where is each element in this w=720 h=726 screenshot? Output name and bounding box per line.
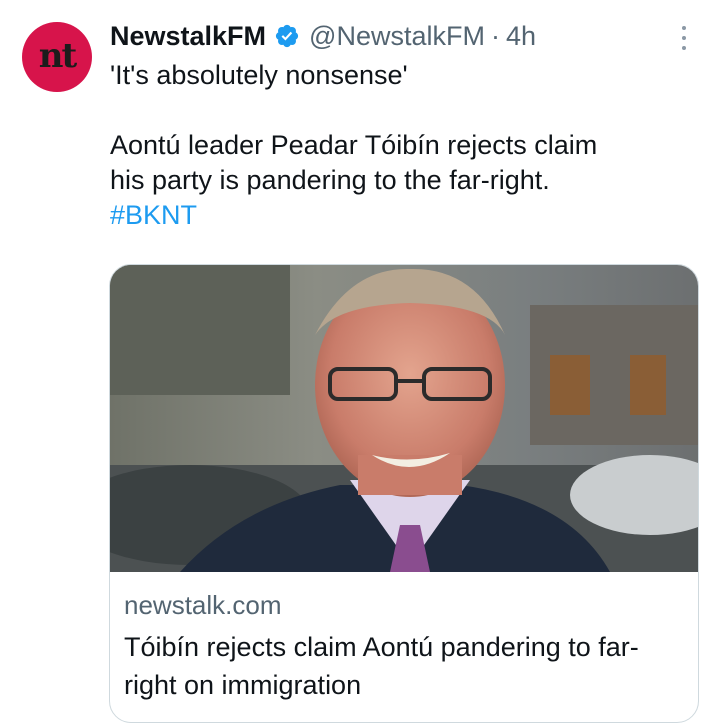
tweet-text: 'It's absolutely nonsense' Aontú leader … (110, 58, 700, 233)
display-name[interactable]: NewstalkFM (110, 21, 266, 52)
more-options-icon[interactable] (672, 26, 696, 50)
avatar[interactable]: nt (22, 22, 92, 92)
tweet-header: NewstalkFM @NewstalkFM · 4h (110, 16, 536, 56)
tweet-line-2: Aontú leader Peadar Tóibín rejects claim (110, 130, 598, 160)
article-photo[interactable] (110, 265, 699, 572)
card-meta: newstalk.com Tóibín rejects claim Aontú … (124, 588, 684, 704)
timestamp[interactable]: 4h (506, 21, 536, 52)
hashtag-link[interactable]: #BKNT (110, 200, 197, 230)
card-title[interactable]: Tóibín rejects claim Aontú pandering to … (124, 628, 684, 704)
handle[interactable]: @NewstalkFM (309, 21, 485, 52)
tweet-line-3: his party is pandering to the far-right. (110, 165, 550, 195)
separator-dot: · (490, 20, 500, 51)
tweet-line-quote: 'It's absolutely nonsense' (110, 60, 408, 90)
avatar-logo-text: nt (38, 36, 77, 76)
verified-badge-icon (275, 24, 299, 48)
card-domain: newstalk.com (124, 590, 282, 620)
link-card[interactable]: newstalk.com Tóibín rejects claim Aontú … (109, 264, 699, 723)
